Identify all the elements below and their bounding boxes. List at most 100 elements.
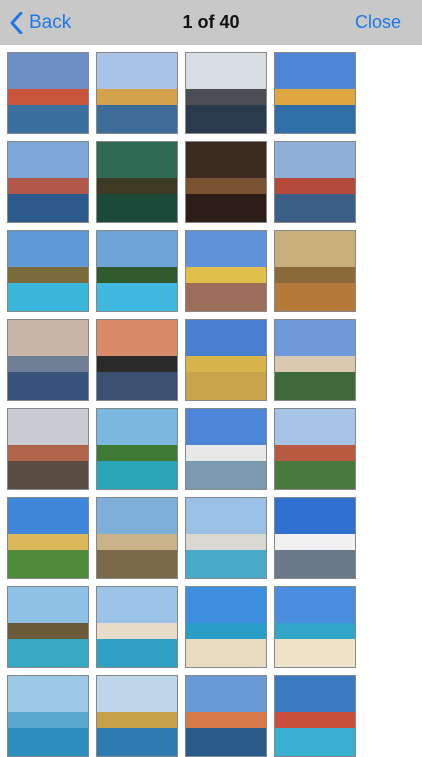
thumbnail-foreground [97,728,177,756]
thumbnail-sky [97,498,177,534]
thumbnail-sky [8,53,88,89]
thumbnail-foreground [8,728,88,756]
photo-thumbnail-yellow-house-palms[interactable] [7,497,89,579]
thumbnail-sky [275,587,355,623]
thumbnail-foreground [275,639,355,667]
photo-thumbnail-resort-pool-aerial[interactable] [274,675,356,757]
photo-thumbnail-stone-ruins[interactable] [96,497,178,579]
thumbnail-foreground [186,639,266,667]
photo-thumbnail-beach-umbrella-hill[interactable] [7,586,89,668]
photo-thumbnail-canal-reflection-sunset[interactable] [274,230,356,312]
thumbnail-midground [97,623,177,639]
photo-thumbnail-pier-colorful-shops[interactable] [274,141,356,223]
thumbnail-sky [97,231,177,267]
thumbnail-sky [8,142,88,178]
thumbnail-midground [8,356,88,372]
photo-thumbnail-turquoise-sea-beach[interactable] [185,586,267,668]
thumbnail-foreground [97,194,177,222]
thumbnail-sky [8,409,88,445]
photo-thumbnail-yellow-colonial-building[interactable] [185,319,267,401]
thumbnail-sky [97,676,177,712]
photo-thumbnail-white-church-cross[interactable] [274,497,356,579]
thumbnail-sky [97,142,177,178]
thumbnail-foreground [186,283,266,311]
thumbnail-foreground [97,105,177,133]
thumbnail-grid [7,52,357,757]
thumbnail-sky [275,53,355,89]
thumbnail-foreground [97,283,177,311]
thumbnail-midground [275,445,355,461]
thumbnail-midground [186,267,266,283]
chevron-left-icon [10,11,23,34]
thumbnail-sky [97,53,177,89]
photo-thumbnail-waterfront-sky-clouds[interactable] [274,52,356,134]
thumbnail-sky [8,587,88,623]
thumbnail-midground [8,267,88,283]
photo-thumbnail-colorful-colonial-buildings[interactable] [185,230,267,312]
photo-thumbnail-dolphin-jump[interactable] [7,675,89,757]
photo-thumbnail-narrow-colorful-street[interactable] [7,408,89,490]
thumbnail-sky [186,676,266,712]
thumbnail-midground [186,356,266,372]
photo-thumbnail-colorful-waterfront-houses[interactable] [7,52,89,134]
photo-thumbnail-floating-bridge-colorful[interactable] [185,675,267,757]
thumbnail-foreground [8,283,88,311]
photo-thumbnail-resort-pool-sunbeds[interactable] [96,230,178,312]
thumbnail-midground [97,267,177,283]
thumbnail-midground [97,534,177,550]
thumbnail-midground [97,89,177,105]
photo-thumbnail-red-brick-building[interactable] [274,408,356,490]
close-button[interactable]: Close [355,0,401,45]
thumbnail-midground [186,89,266,105]
thumbnail-midground [186,445,266,461]
photo-thumbnail-white-veranda-building[interactable] [185,408,267,490]
photo-thumbnail-hotel-pool-terrace[interactable] [185,497,267,579]
thumbnail-midground [275,89,355,105]
photo-thumbnail-thatched-hut-dusk[interactable] [96,319,178,401]
thumbnail-foreground [275,550,355,578]
photo-thumbnail-palapa-beach[interactable] [96,586,178,668]
thumbnail-sky [275,498,355,534]
photo-thumbnail-palm-sandy-beach[interactable] [274,586,356,668]
photo-thumbnail-resort-pool-palms[interactable] [7,230,89,312]
photo-thumbnail-colorful-harbor-buildings[interactable] [96,52,178,134]
thumbnail-midground [186,712,266,728]
photo-thumbnail-blowhole-splash-rocks[interactable] [185,52,267,134]
thumbnail-midground [8,623,88,639]
photo-thumbnail-hotel-coastal-aerial[interactable] [96,675,178,757]
thumbnail-sky [8,676,88,712]
thumbnail-foreground [186,372,266,400]
thumbnail-foreground [8,461,88,489]
photo-thumbnail-historic-white-building[interactable] [274,319,356,401]
thumbnail-foreground [275,372,355,400]
thumbnail-sky [8,231,88,267]
thumbnail-foreground [275,461,355,489]
photo-thumbnail-cave-interior[interactable] [185,141,267,223]
back-label: Back [29,11,72,33]
photo-thumbnail-underwater-sea-turtle[interactable] [96,141,178,223]
photo-thumbnail-city-skyline-water[interactable] [7,141,89,223]
thumbnail-sky [186,320,266,356]
back-button[interactable]: Back [10,0,71,45]
photo-thumbnail-ocean-sunset[interactable] [7,319,89,401]
thumbnail-foreground [275,283,355,311]
thumbnail-foreground [186,461,266,489]
thumbnail-sky [275,676,355,712]
thumbnail-midground [186,623,266,639]
thumbnail-foreground [97,461,177,489]
thumbnail-foreground [186,194,266,222]
navigation-bar: Back 1 of 40 Close [0,0,422,45]
thumbnail-midground [275,623,355,639]
thumbnail-foreground [97,639,177,667]
thumbnail-foreground [8,194,88,222]
thumbnail-sky [97,587,177,623]
thumbnail-sky [97,320,177,356]
thumbnail-sky [186,498,266,534]
thumbnail-foreground [275,105,355,133]
thumbnail-foreground [186,550,266,578]
photo-thumbnail-tropical-beach-cove[interactable] [96,408,178,490]
thumbnail-foreground [8,550,88,578]
thumbnail-sky [186,231,266,267]
thumbnail-midground [275,534,355,550]
thumbnail-sky [275,142,355,178]
